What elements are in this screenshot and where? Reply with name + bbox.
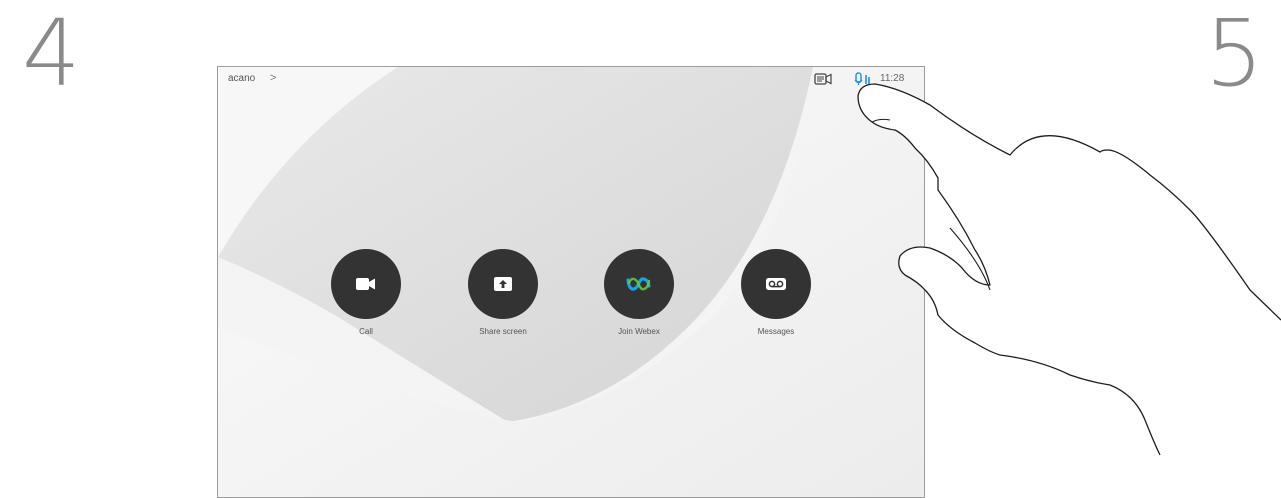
pointing-hand-illustration	[857, 83, 1281, 456]
